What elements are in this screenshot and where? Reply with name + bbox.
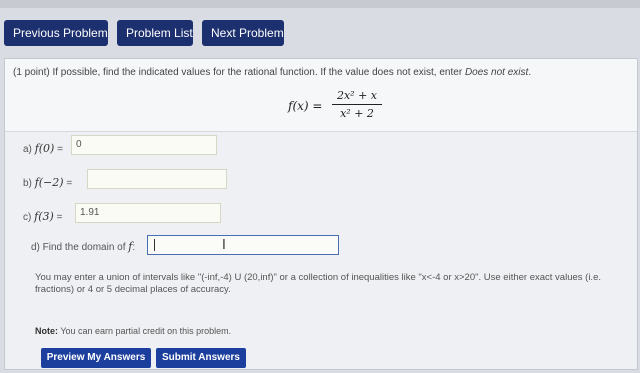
part-c-answer-input[interactable]: 1.91	[75, 203, 221, 223]
formula-lhs: f(x) =	[288, 99, 323, 113]
preview-answers-button[interactable]: Preview My Answers	[41, 348, 151, 368]
part-b-answer-input[interactable]	[87, 169, 227, 189]
next-problem-button[interactable]: Next Problem	[202, 20, 284, 46]
part-a-label: a) f(0) =	[23, 142, 63, 155]
text-cursor	[154, 239, 155, 251]
formula-fraction: 2x² + x x² + 2	[332, 89, 382, 120]
domain-answer-input[interactable]: I	[147, 235, 339, 255]
problem-statement: (1 point) If possible, find the indicate…	[13, 67, 531, 78]
part-b-eq: =	[66, 178, 73, 189]
part-a-prefix: a)	[23, 144, 32, 155]
part-d-text: d) Find the domain of	[31, 242, 126, 253]
part-b-prefix: b)	[23, 178, 32, 189]
part-c-expr: f(3)	[34, 210, 54, 223]
previous-problem-button[interactable]: Previous Problem	[4, 20, 108, 46]
part-a-value: 0	[76, 139, 82, 150]
part-a-answer-input[interactable]: 0	[71, 135, 217, 155]
part-b-expr: f(−2)	[34, 176, 64, 189]
partial-credit-note: Note: You can earn partial credit on thi…	[35, 326, 231, 336]
note-text: You can earn partial credit on this prob…	[58, 326, 232, 336]
ibeam-cursor-icon: I	[222, 238, 226, 253]
part-a-eq: =	[57, 144, 63, 155]
problem-italic: Does not exist	[464, 67, 529, 78]
submit-answers-button[interactable]: Submit Answers	[156, 348, 246, 368]
formula-denominator: x² + 2	[340, 107, 374, 120]
fraction-bar	[332, 104, 382, 105]
problem-panel: (1 point) If possible, find the indicate…	[4, 58, 638, 370]
help-text: You may enter a union of intervals like …	[35, 272, 601, 295]
part-c-prefix: c)	[23, 212, 32, 223]
note-label: Note:	[35, 326, 58, 336]
formula-numerator: 2x² + x	[336, 89, 378, 102]
part-d-label: d) Find the domain of f:	[31, 240, 135, 253]
problem-prefix: (1 point) If possible, find the indicate…	[13, 67, 465, 78]
top-strip	[0, 0, 640, 8]
part-c-label: c) f(3) =	[23, 210, 62, 223]
problem-list-button[interactable]: Problem List	[117, 20, 193, 46]
part-d-colon: :	[132, 242, 136, 253]
part-b-label: b) f(−2) =	[23, 176, 72, 189]
part-c-value: 1.91	[80, 207, 100, 218]
problem-header: (1 point) If possible, find the indicate…	[5, 59, 637, 132]
part-a-expr: f(0)	[34, 142, 55, 155]
problem-suffix: .	[528, 67, 532, 78]
part-c-eq: =	[56, 212, 63, 223]
